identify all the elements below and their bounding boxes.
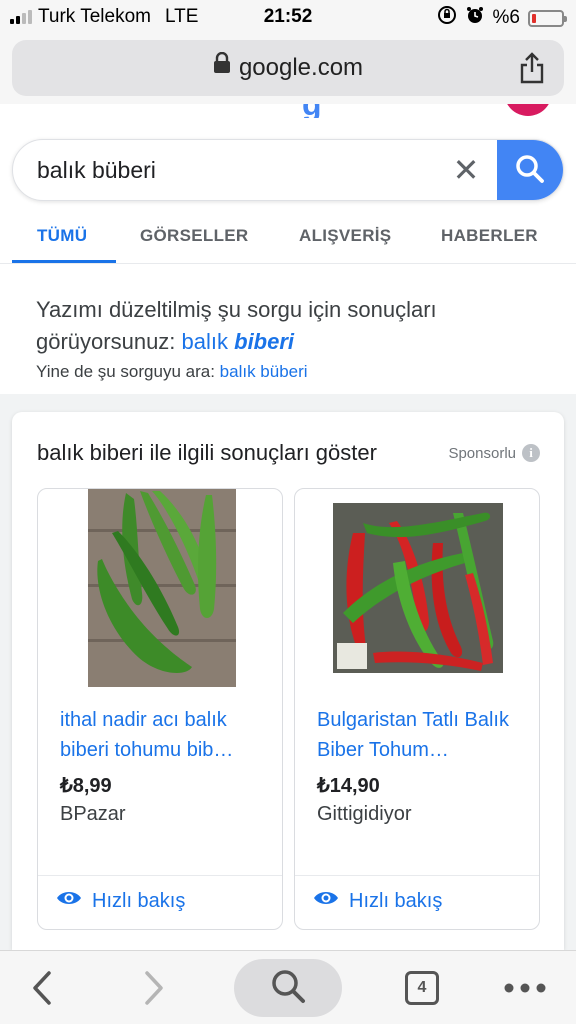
google-logo-fragment: g (302, 104, 322, 118)
tab-shopping[interactable]: ALIŞVERİŞ (299, 226, 391, 246)
product-title[interactable]: ithal nadir acı balık biberi tohumu bib… (60, 705, 270, 765)
back-icon[interactable] (20, 951, 64, 1024)
eye-icon (56, 889, 82, 913)
orientation-lock-icon (437, 5, 457, 31)
divider (295, 875, 539, 876)
product-seller: Gittigidiyor (317, 803, 412, 825)
lock-icon (213, 52, 231, 81)
product-image[interactable] (333, 503, 503, 673)
product-title[interactable]: Bulgaristan Tatlı Balık Biber Tohum… (317, 705, 527, 765)
avatar[interactable] (504, 104, 552, 116)
quick-view-button[interactable]: Hızlı bakış (313, 889, 442, 913)
status-icons: %6 (437, 5, 567, 31)
original-query-link[interactable]: balık büberi (220, 362, 308, 381)
toolbar-search-button[interactable] (234, 959, 342, 1017)
info-icon: i (522, 444, 540, 462)
product-price: ₺8,99 (60, 775, 112, 797)
google-header: g (0, 104, 576, 118)
search-box: ✕ (12, 139, 564, 201)
search-input[interactable] (37, 154, 437, 186)
quick-view-label: Hızlı bakış (349, 889, 443, 912)
corrected-query-link[interactable]: balık biberi (182, 329, 295, 354)
product-price: ₺14,90 (317, 775, 380, 797)
sponsored-label-group[interactable]: Sponsorlu i (448, 444, 540, 462)
sponsored-label: Sponsorlu (448, 444, 516, 462)
tab-news[interactable]: HABERLER (441, 226, 538, 246)
product-card[interactable]: ithal nadir acı balık biberi tohumu bib…… (37, 488, 283, 930)
product-image[interactable] (88, 489, 236, 687)
browser-address-area: google.com (0, 34, 576, 104)
eye-icon (313, 889, 339, 913)
search-tabs: TÜMÜ GÖRSELLER ALIŞVERİŞ HABERLER (0, 212, 576, 264)
search-icon (269, 967, 307, 1010)
search-icon (515, 154, 545, 189)
shopping-ads-card: balık biberi ile ilgili sonuçları göster… (12, 412, 564, 950)
original-query-message: Yine de şu sorguyu ara: balık büberi (36, 362, 308, 382)
close-icon[interactable]: ✕ (451, 154, 481, 186)
divider (38, 875, 282, 876)
active-tab-indicator (12, 260, 116, 263)
product-card[interactable]: Bulgaristan Tatlı Balık Biber Tohum… ₺14… (294, 488, 540, 930)
alarm-icon (465, 5, 485, 31)
share-icon[interactable] (518, 52, 546, 89)
tabs-icon: 4 (405, 971, 439, 1005)
browser-toolbar: 4 (0, 950, 576, 1024)
forward-icon[interactable] (132, 951, 176, 1024)
status-bar: Turk Telekom LTE 21:52 %6 (0, 0, 576, 34)
tabs-button[interactable]: 4 (400, 951, 444, 1024)
tab-all[interactable]: TÜMÜ (37, 226, 87, 246)
original-query-prefix: Yine de şu sorguyu ara: (36, 362, 220, 381)
more-icon[interactable] (500, 951, 550, 1024)
battery-percent: %6 (492, 7, 520, 28)
corrected-query-plain: balık (181, 329, 235, 354)
corrected-query-bold: biberi (234, 329, 295, 354)
quick-view-button[interactable]: Hızlı bakış (56, 889, 185, 913)
search-button[interactable] (497, 140, 563, 200)
shopping-title: balık biberi ile ilgili sonuçları göster (37, 440, 377, 465)
address-bar[interactable]: google.com (12, 40, 564, 96)
address-text-wrap: google.com (12, 52, 564, 82)
product-seller: BPazar (60, 803, 126, 825)
spelling-correction: Yazımı düzeltilmiş şu sorgu için sonuçla… (0, 264, 576, 394)
tab-images[interactable]: GÖRSELLER (140, 226, 249, 246)
quick-view-label: Hızlı bakış (92, 889, 186, 912)
battery-icon (528, 9, 567, 27)
url-text: google.com (238, 54, 364, 81)
correction-message: Yazımı düzeltilmiş şu sorgu için sonuçla… (36, 294, 556, 358)
